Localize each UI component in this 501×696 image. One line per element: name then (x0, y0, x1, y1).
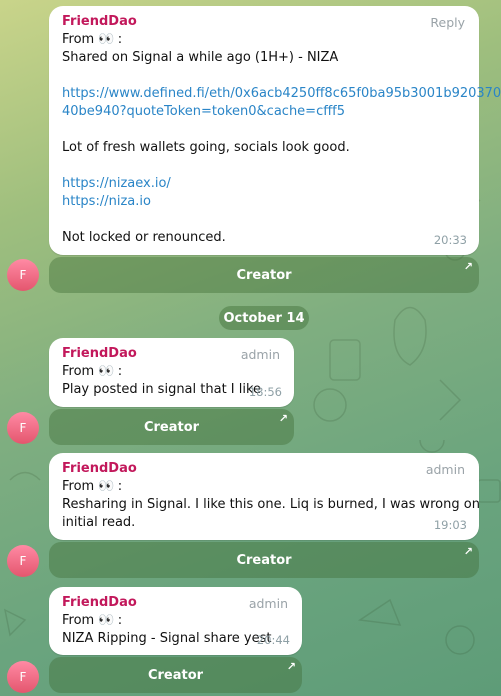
message-text: initial read. (62, 515, 136, 530)
niza-link[interactable]: https://niza.io (62, 193, 466, 211)
external-arrow-icon: ↗ (463, 545, 473, 558)
creator-button-label: Creator (236, 267, 292, 283)
from-line: From 👀 : (62, 612, 289, 630)
defined-fi-link-continued[interactable]: 40be940?quoteToken=token0&cache=cfff5 (62, 103, 466, 121)
eyes-emoji-icon: 👀 (98, 479, 114, 494)
from-colon: : (117, 32, 123, 47)
message-bubble: FriendDao admin From 👀 : Play posted in … (49, 338, 294, 407)
reply-tag[interactable]: Reply (430, 14, 465, 32)
sender-name[interactable]: FriendDao (62, 345, 137, 363)
from-colon: : (117, 364, 123, 379)
message-bubble: FriendDao admin From 👀 : NIZA Ripping - … (49, 587, 302, 655)
message-text: Shared on Signal a while ago (1H+) - NIZ… (62, 50, 339, 65)
date-separator: October 14 (219, 306, 309, 330)
avatar[interactable]: F (7, 412, 39, 444)
sender-name[interactable]: FriendDao (62, 460, 137, 478)
creator-button-label: Creator (143, 419, 200, 435)
external-arrow-icon: ↗ (278, 412, 288, 425)
creator-button[interactable]: Creator ↗ (49, 409, 294, 445)
sender-name[interactable]: FriendDao (62, 594, 137, 612)
avatar[interactable]: F (7, 661, 39, 693)
eyes-emoji-icon: 👀 (98, 613, 114, 628)
avatar[interactable]: F (7, 545, 39, 577)
eyes-emoji-icon: 👀 (98, 364, 114, 379)
external-arrow-icon: ↗ (286, 660, 296, 673)
from-label: From (62, 479, 95, 494)
admin-tag: admin (248, 596, 288, 611)
message-text: Resharing in Signal. I like this one. Li… (62, 497, 480, 512)
from-line: From 👀 : (62, 31, 466, 49)
creator-button-label: Creator (147, 667, 204, 683)
from-line: From 👀 : (62, 478, 466, 496)
admin-tag: admin (240, 347, 280, 362)
eyes-emoji-icon: 👀 (98, 32, 114, 47)
from-label: From (62, 613, 95, 628)
avatar[interactable]: F (7, 259, 39, 291)
creator-button[interactable]: Creator ↗ (49, 542, 479, 578)
from-label: From (62, 364, 95, 379)
message-text: NIZA Ripping - Signal share yest (62, 631, 272, 646)
message-time: 20:33 (433, 233, 467, 247)
message-text: Lot of fresh wallets going, socials look… (62, 140, 350, 155)
nizaex-link[interactable]: https://nizaex.io/ (62, 175, 466, 193)
from-colon: : (117, 479, 123, 494)
message-time: 20:44 (256, 633, 290, 647)
from-label: From (62, 32, 95, 47)
from-line: From 👀 : (62, 363, 281, 381)
creator-button-label: Creator (236, 552, 292, 568)
creator-button[interactable]: Creator ↗ (49, 657, 302, 693)
defined-fi-link[interactable]: https://www.defined.fi/eth/0x6acb4250ff8… (62, 85, 501, 103)
creator-button[interactable]: Creator ↗ (49, 257, 479, 293)
message-bubble: FriendDao Reply From 👀 : Shared on Signa… (49, 6, 501, 255)
message-time: 19:03 (433, 518, 467, 532)
from-colon: : (117, 613, 123, 628)
sender-name[interactable]: FriendDao (62, 13, 137, 31)
admin-tag: admin (425, 462, 465, 477)
message-time: 18:56 (248, 385, 282, 399)
message-text: Not locked or renounced. (62, 230, 226, 245)
message-bubble: FriendDao admin From 👀 : Resharing in Si… (49, 453, 480, 540)
external-arrow-icon: ↗ (463, 260, 473, 273)
